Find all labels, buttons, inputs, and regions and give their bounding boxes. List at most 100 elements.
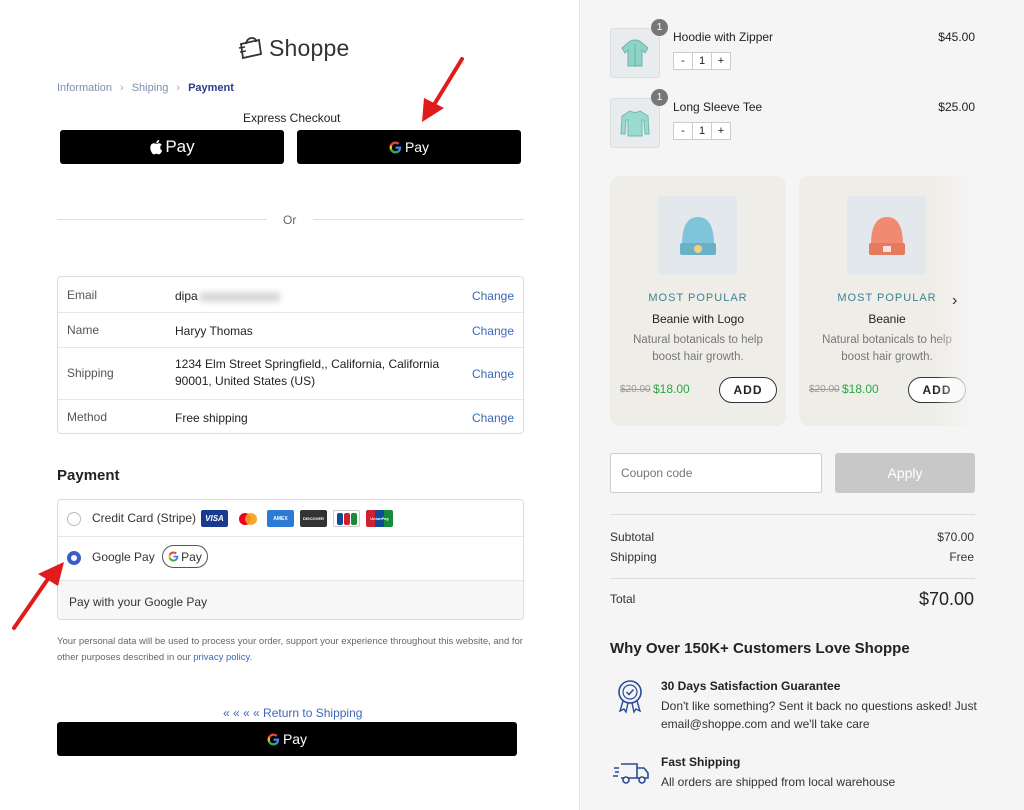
beanie-icon <box>868 216 905 255</box>
long-sleeve-tee-icon <box>620 110 650 137</box>
product-thumbnail <box>847 196 926 275</box>
shipping-label: Shipping <box>610 550 657 564</box>
shipping-method-value: Free shipping <box>175 411 248 425</box>
cart-item: 1 Long Sleeve Tee $25.00 - 1 + <box>610 89 975 148</box>
privacy-policy-link[interactable]: privacy policy <box>193 652 249 663</box>
feature-description: All orders are shipped from local wareho… <box>661 775 896 789</box>
info-row-method: Method Free shipping Change <box>58 400 523 435</box>
subtotal-label: Subtotal <box>610 530 655 544</box>
order-summary-panel: 1 Hoodie with Zipper $45.00 - 1 + 1 Long… <box>579 0 1024 810</box>
return-to-shipping-link[interactable]: « « « « Return to Shipping <box>223 706 362 720</box>
payment-method-google-pay[interactable]: Google Pay Pay <box>58 537 523 580</box>
visa-icon: VISA <box>201 510 228 527</box>
breadcrumb-information[interactable]: Information <box>57 82 112 94</box>
shipping-address-value: 1234 Elm Street Springfield,, California… <box>175 357 440 388</box>
shopping-bag-icon <box>238 37 263 60</box>
product-thumbnail <box>610 28 660 78</box>
feature-description: Don't like something? Sent it back no qu… <box>661 699 977 731</box>
mastercard-icon <box>234 510 261 527</box>
quantity-badge: 1 <box>651 89 668 106</box>
info-row-email: Email dipa Change <box>58 277 523 313</box>
unionpay-icon: UnionPay <box>366 510 393 527</box>
decrease-quantity-button[interactable]: - <box>673 52 693 70</box>
place-order-google-pay-button[interactable]: Pay <box>57 722 517 756</box>
divider-line <box>610 578 975 579</box>
increase-quantity-button[interactable]: + <box>711 52 731 70</box>
product-name: Long Sleeve Tee <box>673 100 763 114</box>
google-pay-description-text: Pay with your Google Pay <box>69 595 208 609</box>
apply-coupon-button[interactable]: Apply <box>835 453 975 493</box>
amex-icon: AMEX <box>267 510 294 527</box>
breadcrumb: Information › Shiping › Payment <box>57 82 234 94</box>
upsell-original-price: $20.00 <box>620 384 651 395</box>
breadcrumb-payment: Payment <box>188 82 234 94</box>
change-method-link[interactable]: Change <box>472 411 514 425</box>
change-email-link[interactable]: Change <box>472 289 514 303</box>
increase-quantity-button[interactable]: + <box>711 122 731 140</box>
google-pay-badge: Pay <box>162 545 208 568</box>
annotation-arrow-icon <box>12 562 64 630</box>
upsell-tag: MOST POPULAR <box>648 292 748 304</box>
quantity-value[interactable]: 1 <box>692 52 712 70</box>
apple-pay-label: Pay <box>165 137 195 156</box>
google-g-icon <box>389 141 402 153</box>
chevron-right-icon: › <box>176 82 181 94</box>
coupon-code-input[interactable] <box>610 453 822 493</box>
bottom-google-pay-label: Pay <box>282 731 308 747</box>
stripe-label: Credit Card (Stripe) <box>92 511 197 525</box>
beanie-icon <box>679 216 716 255</box>
google-pay-button[interactable]: Pay <box>297 130 521 164</box>
upsell-card: MOST POPULAR Beanie with Logo Natural bo… <box>610 176 786 426</box>
google-g-icon <box>168 551 179 562</box>
carousel-next-icon[interactable]: › <box>952 292 957 310</box>
upsell-product-name: Beanie with Logo <box>651 312 745 326</box>
privacy-text: Your personal data will be used to proce… <box>57 636 523 663</box>
upsell-sale-price: $18.00 <box>653 382 690 396</box>
google-pay-badge-label: Pay <box>181 549 202 564</box>
privacy-end: . <box>249 652 253 663</box>
apple-pay-button[interactable]: Pay <box>60 130 284 164</box>
discover-icon: DISCOVER <box>300 510 327 527</box>
chevron-right-icon: › <box>120 82 124 94</box>
feature-title: 30 Days Satisfaction Guarantee <box>661 679 841 693</box>
payment-method-stripe[interactable]: Credit Card (Stripe) VISA AMEX DISCOVER … <box>58 500 523 537</box>
info-row-name: Name Haryy Thomas Change <box>58 313 523 348</box>
quantity-stepper: - 1 + <box>673 52 731 70</box>
product-name: Hoodie with Zipper <box>673 30 774 44</box>
brand-logo[interactable]: Shoppe <box>237 32 350 64</box>
info-row-shipping: Shipping 1234 Elm Street Springfield,, C… <box>58 348 523 400</box>
apple-icon <box>150 139 163 155</box>
upsell-description: Natural botanicals to help boost hair gr… <box>633 334 763 363</box>
stripe-radio[interactable] <box>67 512 81 526</box>
customer-info-summary: Email dipa Change Name Haryy Thomas Chan… <box>57 276 524 434</box>
decrease-quantity-button[interactable]: - <box>673 122 693 140</box>
checkout-form-panel: Shoppe Information › Shiping › Payment E… <box>0 0 579 810</box>
product-price: $25.00 <box>938 100 975 114</box>
info-key: Name <box>67 323 100 337</box>
upsell-original-price: $20.00 <box>809 384 840 395</box>
change-name-link[interactable]: Change <box>472 324 514 338</box>
why-customers-heading: Why Over 150K+ Customers Love Shoppe <box>610 640 910 657</box>
total-value: $70.00 <box>918 589 974 609</box>
brand-name: Shoppe <box>269 34 350 61</box>
google-pay-radio[interactable] <box>67 551 81 565</box>
quantity-stepper: - 1 + <box>673 122 731 140</box>
add-upsell-button[interactable]: ADD <box>719 377 777 403</box>
change-shipping-link[interactable]: Change <box>472 367 514 381</box>
quantity-value[interactable]: 1 <box>692 122 712 140</box>
hoodie-icon <box>621 39 649 67</box>
quantity-badge: 1 <box>651 19 668 36</box>
guarantee-badge-icon <box>618 680 642 714</box>
breadcrumb-shipping[interactable]: Shiping <box>132 82 169 94</box>
annotation-arrow-icon <box>422 57 464 122</box>
delivery-truck-icon <box>613 763 649 784</box>
blurred-email <box>199 291 280 302</box>
payment-heading: Payment <box>57 467 120 484</box>
google-pay-label: Pay <box>404 139 430 155</box>
privacy-notice: Your personal data will be used to proce… <box>57 634 527 666</box>
google-pay-description: Pay with your Google Pay <box>58 580 523 619</box>
product-thumbnail <box>658 196 737 275</box>
product-thumbnail <box>610 98 660 148</box>
express-checkout-title: Express Checkout <box>243 111 341 125</box>
total-label: Total <box>610 592 636 606</box>
